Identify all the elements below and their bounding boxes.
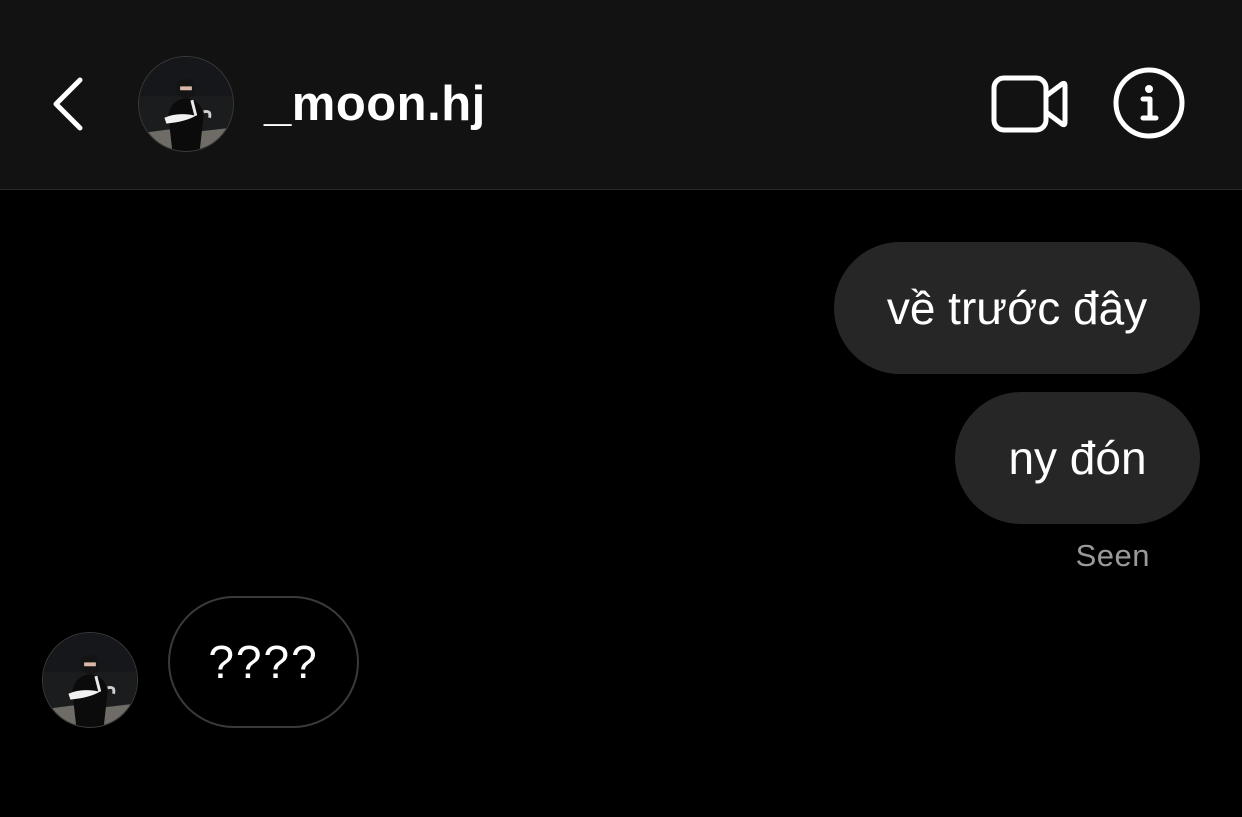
incoming-message[interactable]: ???? [168,596,359,728]
outgoing-message[interactable]: ny đón [955,392,1200,524]
seen-status: Seen [1075,538,1150,573]
info-icon [1113,67,1185,139]
outgoing-message[interactable]: về trước đây [834,242,1200,374]
message-text: ???? [208,636,319,688]
profile-avatar[interactable] [138,56,234,152]
message-text: ny đón [1008,432,1147,484]
chevron-left-icon [53,77,83,131]
message-text: về trước đây [886,282,1148,334]
sender-avatar[interactable] [42,632,138,728]
avatar-photo [139,57,233,151]
video-camera-icon [991,75,1068,133]
video-call-button[interactable] [988,72,1070,136]
chat-header: _moon.hj [0,0,1242,190]
chat-username[interactable]: _moon.hj [264,76,486,132]
avatar-photo [43,633,137,727]
back-button[interactable] [38,66,98,142]
info-button[interactable] [1112,66,1186,140]
chat-screen: _moon.hj về trước đây ny đón Seen ???? [0,0,1242,817]
